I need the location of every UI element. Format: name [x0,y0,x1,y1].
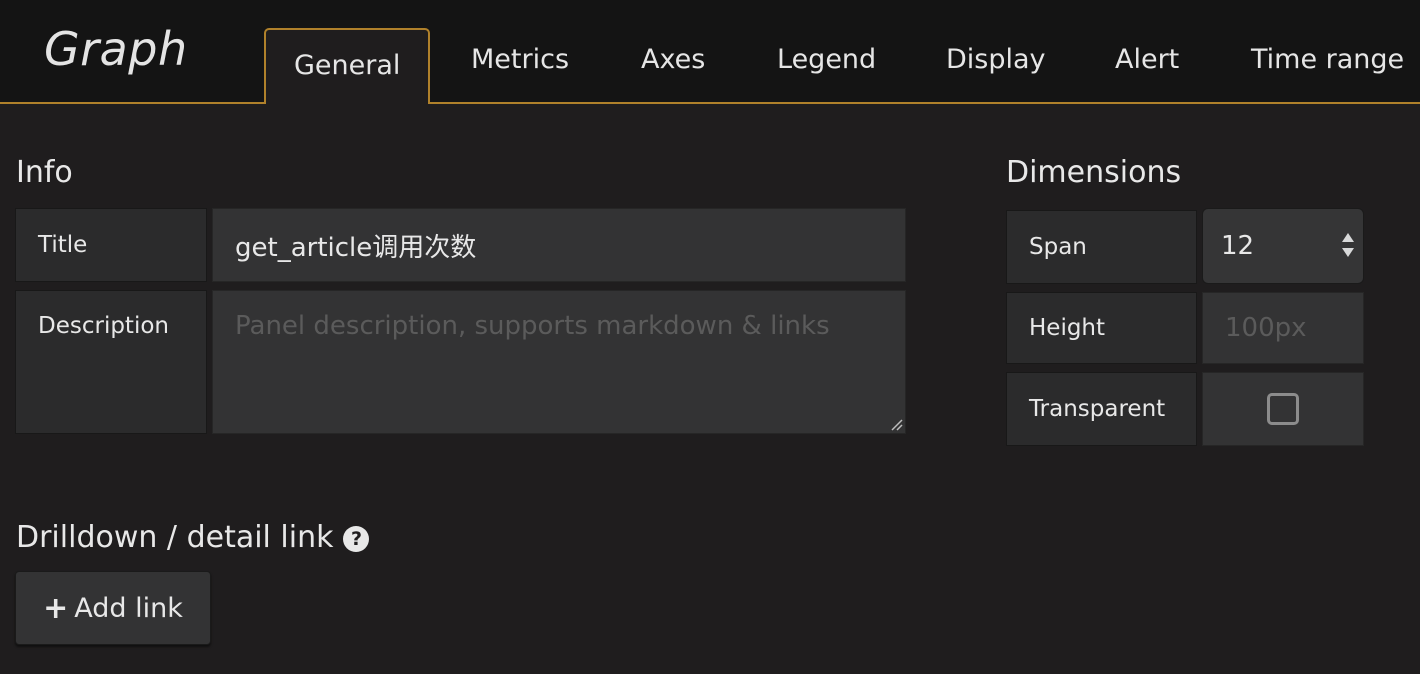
add-link-button[interactable]: + Add link [15,571,211,645]
height-label: Height [1006,292,1197,364]
description-placeholder: Panel description, supports markdown & l… [235,311,830,341]
tab-axes[interactable]: Axes [641,44,705,75]
add-link-label: Add link [74,592,183,624]
height-input[interactable]: 100px [1202,292,1364,364]
tab-time-range[interactable]: Time range [1251,44,1404,75]
span-label: Span [1006,210,1197,284]
tab-display[interactable]: Display [946,44,1046,75]
transparent-label: Transparent [1006,372,1197,446]
drilldown-heading-text: Drilldown / detail link [16,520,334,555]
info-heading: Info [16,155,73,190]
active-tab-gap [266,101,426,105]
description-textarea[interactable]: Panel description, supports markdown & l… [212,290,906,434]
question-circle-icon[interactable]: ? [343,526,370,552]
span-select[interactable]: 12 [1202,208,1364,284]
span-select-value: 12 [1221,231,1255,261]
transparent-checkbox-cell[interactable] [1202,372,1364,446]
tab-legend[interactable]: Legend [777,44,876,75]
resize-grip-icon[interactable] [889,417,903,431]
height-placeholder: 100px [1225,313,1307,343]
tab-general[interactable]: General [264,28,431,104]
transparent-checkbox[interactable] [1267,393,1299,425]
title-label: Title [15,208,207,282]
title-input-value: get_article调用次数 [235,232,477,263]
plus-icon: + [43,590,69,626]
description-label: Description [15,290,207,434]
drilldown-heading: Drilldown / detail link? [16,520,370,555]
title-input[interactable]: get_article调用次数 [212,208,906,282]
dimensions-heading: Dimensions [1006,155,1182,190]
tab-metrics[interactable]: Metrics [471,44,569,75]
tab-alert[interactable]: Alert [1115,44,1179,75]
panel-editor-header: Graph General Metrics Axes Legend Displa… [0,0,1420,104]
select-updown-icon [1342,233,1354,257]
panel-type-title: Graph [44,22,188,76]
